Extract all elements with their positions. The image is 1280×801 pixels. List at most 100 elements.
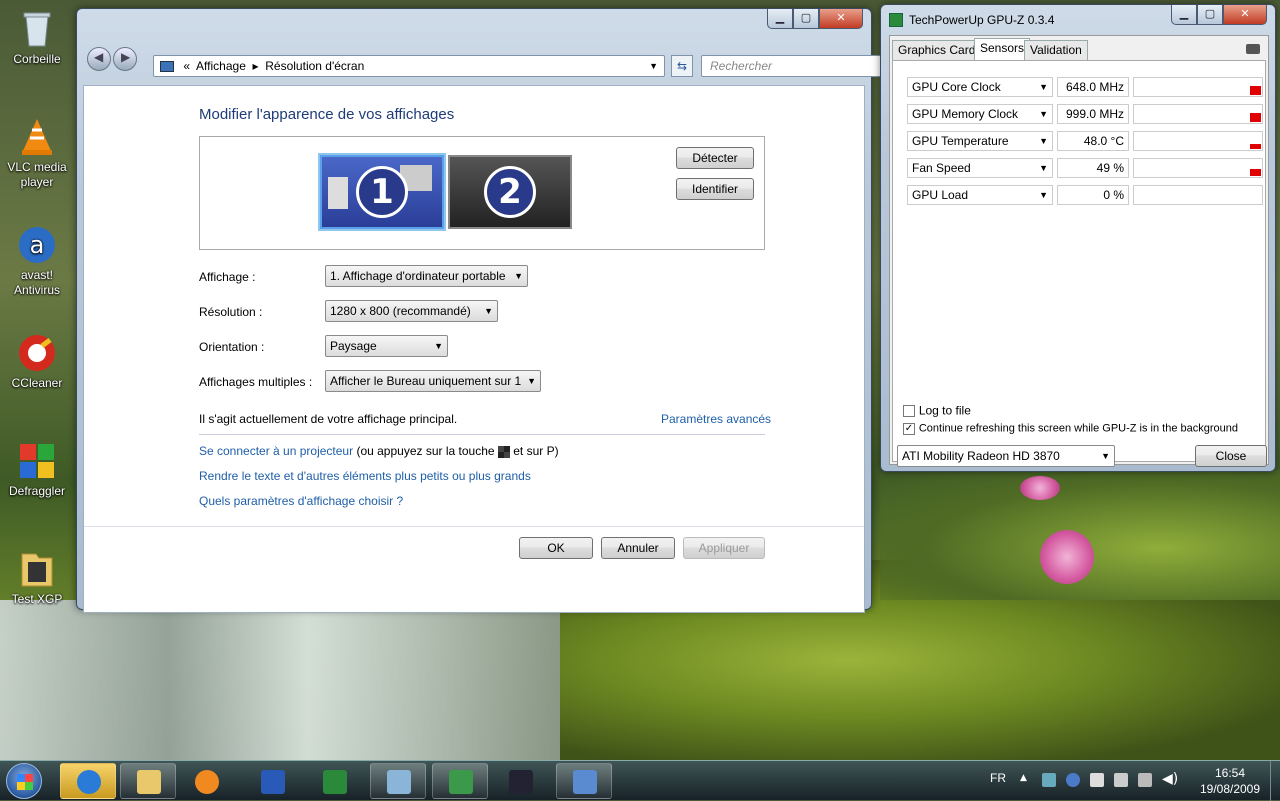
control-panel-icon <box>573 770 597 794</box>
sensor-graph <box>1133 131 1263 151</box>
breadcrumb-separator[interactable]: ▸ <box>253 59 259 73</box>
gpuz-maximize-button[interactable]: ▢ <box>1197 5 1223 25</box>
desktop-icon-test-xgp[interactable]: Test XGP <box>4 548 70 607</box>
gpuz-close-action-button[interactable]: Close <box>1195 445 1267 467</box>
start-button[interactable] <box>6 763 42 799</box>
sensor-name-select[interactable]: Fan Speed ▼ <box>907 158 1053 178</box>
ok-button[interactable]: OK <box>519 537 593 559</box>
text-size-link[interactable]: Rendre le texte et d'autres éléments plu… <box>199 469 531 483</box>
clock-time: 16:54 <box>1214 766 1246 780</box>
desktop-icon-avast[interactable]: a avast! Antivirus <box>4 224 70 298</box>
show-desktop-button[interactable] <box>1270 761 1280 801</box>
display-select[interactable]: 1. Affichage d'ordinateur portable ▼ <box>325 265 528 287</box>
log-to-file-checkbox[interactable] <box>903 404 915 417</box>
address-bar[interactable]: « Affichage ▸ Résolution d'écran ▼ <box>153 55 665 77</box>
tab-validation[interactable]: Validation <box>1024 40 1088 60</box>
taskbar-eve[interactable] <box>494 763 544 799</box>
monitor-2[interactable]: 2 <box>448 155 572 229</box>
show-hidden-icons[interactable]: ▲ <box>1020 773 1027 783</box>
multiple-displays-select[interactable]: Afficher le Bureau uniquement sur 1 ▼ <box>325 370 541 392</box>
ie-icon <box>77 770 101 794</box>
sensor-name-select[interactable]: GPU Memory Clock ▼ <box>907 104 1053 124</box>
tab-sensors[interactable]: Sensors <box>974 38 1031 60</box>
primary-display-text: Il s'agit actuellement de votre affichag… <box>199 412 458 426</box>
chevron-down-icon: ▼ <box>1039 82 1048 92</box>
sensor-name-select[interactable]: GPU Core Clock ▼ <box>907 77 1053 97</box>
taskbar-media-player[interactable] <box>180 763 230 799</box>
taskbar-ie[interactable] <box>60 763 116 799</box>
address-dropdown-icon[interactable]: ▼ <box>649 56 658 76</box>
resolution-select[interactable]: 1280 x 800 (recommandé) ▼ <box>325 300 498 322</box>
desktop-icon-recycle-bin[interactable]: Corbeille <box>4 8 70 67</box>
sensor-value: 0 % <box>1057 185 1129 205</box>
sensor-name-select[interactable]: GPU Load ▼ <box>907 185 1053 205</box>
tray-power-icon[interactable] <box>1114 773 1128 787</box>
breadcrumb-affichage[interactable]: Affichage <box>196 59 246 73</box>
detect-button[interactable]: Détecter <box>676 147 754 169</box>
taskbar-gpuz[interactable] <box>432 763 488 799</box>
gpuz-minimize-button[interactable]: ▁ <box>1171 5 1197 25</box>
chevron-down-icon: ▼ <box>527 376 536 386</box>
gpu-select-value: ATI Mobility Radeon HD 3870 <box>902 449 1060 463</box>
taskbar: FR ▲ ◀) 16:54 19/08/2009 <box>0 760 1280 801</box>
sensor-name-select[interactable]: GPU Temperature ▼ <box>907 131 1053 151</box>
continue-refresh-checkbox[interactable]: ✓ <box>903 422 915 435</box>
chevron-down-icon: ▼ <box>1039 190 1048 200</box>
sensor-value: 48.0 °C <box>1057 131 1129 151</box>
desktop-icon-defraggler[interactable]: Defraggler <box>4 440 70 499</box>
gpuz-close-button[interactable]: ✕ <box>1223 5 1267 25</box>
window-app-icon <box>387 770 411 794</box>
desktop-icon-ccleaner[interactable]: CCleaner <box>4 332 70 391</box>
taskbar-window-app[interactable] <box>370 763 426 799</box>
taskbar-explorer[interactable] <box>120 763 176 799</box>
sensor-graph-bar <box>1250 113 1261 122</box>
which-settings-link[interactable]: Quels paramètres d'affichage choisir ? <box>199 494 403 508</box>
tray-display-icon[interactable] <box>1138 773 1152 787</box>
identify-button[interactable]: Identifier <box>676 178 754 200</box>
vlc-icon <box>16 116 58 158</box>
wallpaper-flower <box>1040 530 1094 584</box>
desktop-icon-label: avast! Antivirus <box>13 268 60 297</box>
taskbar-excel[interactable] <box>308 763 358 799</box>
tray-network-icon[interactable] <box>1042 773 1056 787</box>
desktop-icon-vlc[interactable]: VLC media player <box>4 116 70 190</box>
refresh-button[interactable]: ⇆ <box>671 55 693 77</box>
minimize-button[interactable]: ▁ <box>767 9 793 29</box>
camera-icon[interactable] <box>1246 44 1260 54</box>
folder-icon <box>137 770 161 794</box>
sensor-graph <box>1133 158 1263 178</box>
close-button[interactable]: ✕ <box>819 9 863 29</box>
forward-button[interactable]: ▶ <box>113 47 137 71</box>
media-player-icon <box>195 770 219 794</box>
excel-icon <box>323 770 347 794</box>
cancel-button[interactable]: Annuler <box>601 537 675 559</box>
tab-graphics-card[interactable]: Graphics Card <box>892 40 982 60</box>
language-indicator[interactable]: FR <box>990 771 1006 785</box>
taskbar-control-panel[interactable] <box>556 763 612 799</box>
projector-link[interactable]: Se connecter à un projecteur <box>199 444 353 458</box>
sensor-graph-bar <box>1250 144 1261 149</box>
apply-button[interactable]: Appliquer <box>683 537 765 559</box>
desktop-icon-label: Test XGP <box>11 592 63 606</box>
maximize-button[interactable]: ▢ <box>793 9 819 29</box>
orientation-select[interactable]: Paysage ▼ <box>325 335 448 357</box>
wallpaper-flower <box>1020 476 1060 500</box>
tray-action-center-icon[interactable] <box>1090 773 1104 787</box>
svg-text:a: a <box>30 231 45 259</box>
breadcrumb-prefix[interactable]: « <box>183 59 190 73</box>
chevron-down-icon: ▼ <box>434 341 443 351</box>
tray-volume-icon[interactable]: ◀) <box>1162 771 1178 787</box>
advanced-settings-link[interactable]: Paramètres avancés <box>661 412 771 426</box>
ccleaner-icon <box>16 332 58 374</box>
tray-app-icon[interactable] <box>1066 773 1080 787</box>
monitor-1[interactable]: 1 <box>320 155 444 229</box>
taskbar-word[interactable] <box>246 763 296 799</box>
sensor-graph <box>1133 104 1263 124</box>
page-title: Modifier l'apparence de vos affichages <box>199 106 455 123</box>
gpu-select[interactable]: ATI Mobility Radeon HD 3870 ▼ <box>897 445 1115 467</box>
sensor-name: GPU Memory Clock <box>912 107 1019 121</box>
breadcrumb-resolution[interactable]: Résolution d'écran <box>265 59 364 73</box>
back-button[interactable]: ◀ <box>87 47 111 71</box>
clock[interactable]: 16:54 19/08/2009 <box>1190 765 1270 797</box>
sensor-row: GPU Memory Clock ▼ 999.0 MHz <box>907 104 1263 124</box>
